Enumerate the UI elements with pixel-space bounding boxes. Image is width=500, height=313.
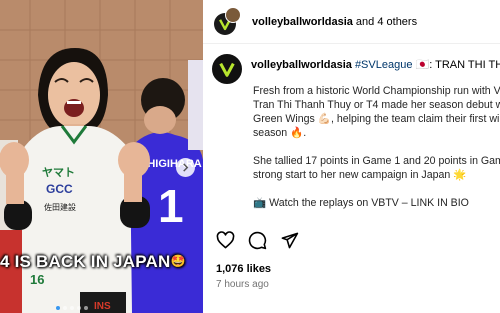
post-image[interactable]: SHIGIHARA 1 ヤマト GCC 佐田建設 16 INS 4 IS BAC… (0, 0, 203, 313)
shoe-brand: INS (94, 301, 111, 312)
caption-body: Fresh from a historic World Championship… (253, 84, 500, 210)
like-button[interactable] (216, 231, 235, 250)
carousel-dot (56, 306, 60, 310)
header-others[interactable]: and 4 others (353, 16, 417, 28)
chevron-right-icon (183, 163, 189, 172)
hashtag-link[interactable]: #SVLeague (355, 59, 413, 71)
caption-line: strong start to her new campaign in Japa… (253, 169, 467, 181)
comment-icon (248, 231, 267, 250)
like-count[interactable]: 1,076 likes (216, 263, 271, 275)
caption-headline: volleyballworldasia #SVLeague 🇯🇵: TRAN T… (251, 54, 500, 84)
collaborator-avatar[interactable] (225, 6, 241, 23)
carousel-dot (84, 306, 88, 310)
star-struck-emoji: 🤩 (170, 254, 186, 268)
caption-line: She tallied 17 points in Game 1 and 20 p… (253, 155, 500, 167)
post-header: volleyballworldasia and 4 others (203, 0, 500, 44)
post-details-panel: volleyballworldasia and 4 others volleyb… (203, 0, 500, 313)
author-avatar[interactable] (212, 54, 242, 84)
caption-headline-tail: 🇯🇵: TRAN THI THANH (415, 59, 500, 71)
jersey-sponsor-3: 佐田建設 (44, 202, 76, 212)
author-name-link[interactable]: volleyballworldasia (251, 59, 352, 71)
collab-avatars[interactable] (214, 6, 244, 37)
carousel-dot (63, 306, 67, 310)
caption-line: season 🔥. (253, 127, 307, 139)
jersey-number: 16 (30, 272, 44, 287)
post-actions (216, 231, 299, 250)
vw-logo-icon (219, 62, 235, 77)
jersey-sponsor-2: GCC (46, 182, 73, 196)
send-icon (281, 232, 299, 249)
photo-overlay-caption: 4 IS BACK IN JAPAN🤩 (0, 252, 203, 272)
jersey-sponsor-1: ヤマト (42, 166, 75, 179)
caption-author-row: volleyballworldasia #SVLeague 🇯🇵: TRAN T… (212, 54, 500, 84)
next-photo-button[interactable] (176, 158, 195, 177)
header-account-name[interactable]: volleyballworldasia (252, 16, 353, 28)
heart-icon (216, 231, 235, 249)
carousel-dot (77, 306, 81, 310)
back-jersey-number: 1 (158, 180, 184, 232)
header-accounts[interactable]: volleyballworldasia and 4 others (252, 16, 417, 28)
post-timestamp[interactable]: 7 hours ago (216, 279, 269, 290)
share-button[interactable] (280, 231, 299, 250)
carousel-indicator (56, 306, 88, 310)
carousel-dot (70, 306, 74, 310)
caption-line: Tran Thi Thanh Thuy or T4 made her seaso… (253, 99, 500, 111)
caption-line: Green Wings 💪🏻, helping the team claim t… (253, 113, 500, 125)
overlay-caption-text: 4 IS BACK IN JAPAN (0, 252, 171, 271)
comment-button[interactable] (248, 231, 267, 250)
caption-line: Fresh from a historic World Championship… (253, 85, 500, 97)
caption-line: 📺 Watch the replays on VBTV – LINK IN BI… (253, 197, 469, 209)
